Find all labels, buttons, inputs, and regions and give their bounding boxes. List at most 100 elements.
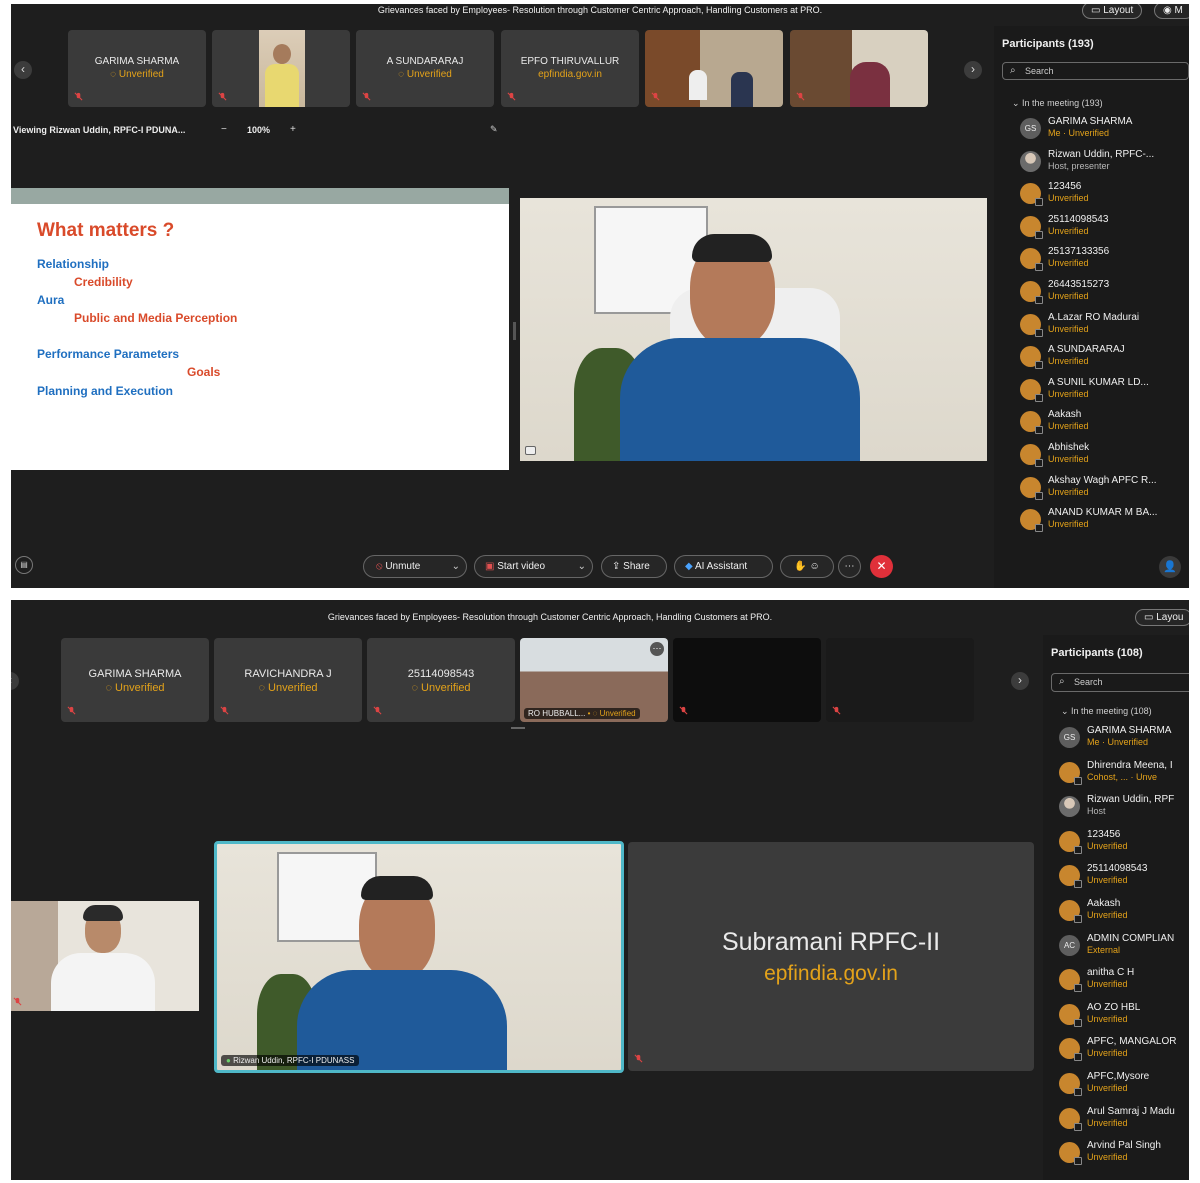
participant-row[interactable]: Rizwan Uddin, RPF Host bbox=[1059, 794, 1189, 824]
participant-row[interactable]: Rizwan Uddin, RPFC-... Host, presenter bbox=[1020, 149, 1189, 179]
muted-mic-icon: ⦸ bbox=[376, 561, 383, 572]
participant-row[interactable]: 26443515273 Unverified bbox=[1020, 279, 1189, 309]
video-tile-woman[interactable] bbox=[212, 30, 350, 107]
slide-header-bar bbox=[11, 188, 509, 204]
tile-name: GARIMA SHARMA bbox=[88, 668, 182, 680]
participant-status: Unverified bbox=[1048, 388, 1089, 399]
zoom-out-button[interactable]: − bbox=[221, 124, 227, 135]
unmute-button[interactable]: ⦸ Unmute ⌄ bbox=[363, 555, 467, 578]
participant-row[interactable]: anitha C H Unverified bbox=[1059, 967, 1189, 997]
more-options-icon[interactable]: ⋯ bbox=[650, 642, 664, 656]
lock-icon bbox=[1074, 1122, 1082, 1131]
participant-row[interactable]: Abhishek Unverified bbox=[1020, 442, 1189, 472]
chat-icon[interactable]: ▤ bbox=[15, 556, 33, 574]
participants-search[interactable]: ⌕ Search bbox=[1002, 62, 1189, 80]
participant-row[interactable]: A.Lazar RO Madurai Unverified bbox=[1020, 312, 1189, 342]
filmstrip-next-button[interactable]: › bbox=[1011, 672, 1029, 690]
leave-meeting-button[interactable]: ✕ bbox=[870, 555, 893, 578]
participant-row[interactable]: AO ZO HBL Unverified bbox=[1059, 1002, 1189, 1032]
video-tile-dark-2[interactable] bbox=[826, 638, 974, 722]
participant-row[interactable]: Aakash Unverified bbox=[1020, 409, 1189, 439]
video-tile-office[interactable] bbox=[645, 30, 783, 107]
participant-row[interactable]: ANAND KUMAR M BA... Unverified bbox=[1020, 507, 1189, 537]
start-video-button[interactable]: ▣ Start video ⌄ bbox=[474, 555, 593, 578]
lock-icon bbox=[1074, 1053, 1082, 1062]
participants-toggle-icon[interactable]: 👤 bbox=[1159, 556, 1181, 578]
participant-row[interactable]: APFC, MANGALOR Unverified bbox=[1059, 1036, 1189, 1066]
participant-row[interactable]: 123456 Unverified bbox=[1059, 829, 1189, 859]
lock-icon bbox=[1074, 776, 1082, 785]
video-tile-25114098543[interactable]: 25114098543 ◌ Unverified bbox=[367, 638, 515, 722]
muted-mic-icon bbox=[74, 92, 83, 101]
filmstrip-next-button[interactable]: › bbox=[964, 61, 982, 79]
chevron-down-icon[interactable]: ⌄ bbox=[452, 556, 460, 577]
more-view-button[interactable]: ◉ M bbox=[1154, 4, 1189, 19]
meeting-title: Grievances faced by Employees- Resolutio… bbox=[327, 612, 773, 622]
participant-status: Unverified bbox=[1048, 454, 1089, 464]
video-tile-dark[interactable] bbox=[673, 638, 821, 722]
video-tile-ro-hubballi[interactable]: ⋯ RO HUBBALL... • ◌ Unverified bbox=[520, 638, 668, 722]
tile-status: • ◌ Unverified bbox=[587, 709, 636, 718]
meeting-group-header[interactable]: ⌄ In the meeting (193) bbox=[1012, 98, 1103, 109]
participant-row[interactable]: 25137133356 Unverified bbox=[1020, 246, 1189, 276]
annotate-icon[interactable]: ✎ bbox=[490, 124, 498, 135]
participant-row[interactable]: GS GARIMA SHARMA Me · Unverified bbox=[1020, 116, 1189, 146]
participant-status: Unverified bbox=[1087, 840, 1128, 851]
layout-button[interactable]: ▭ Layou bbox=[1135, 609, 1189, 626]
participant-row[interactable]: Dhirendra Meena, I Cohost, ... · Unve bbox=[1059, 760, 1189, 790]
presenter-hair bbox=[692, 234, 772, 262]
video-tile-ravichandra[interactable]: RAVICHANDRA J ◌ Unverified bbox=[214, 638, 362, 722]
tile-status: epfindia.gov.in bbox=[764, 962, 898, 985]
participant-status: Unverified bbox=[1048, 421, 1089, 432]
zoom-value: 100% bbox=[247, 125, 271, 135]
participant-name: Arvind Pal Singh bbox=[1087, 1140, 1161, 1152]
participant-row[interactable]: 25114098543 Unverified bbox=[1059, 863, 1189, 893]
tile-status: ◌ Unverified bbox=[110, 69, 164, 80]
participants-search[interactable]: ⌕ Search bbox=[1051, 673, 1189, 692]
participant-row[interactable]: Aakash Unverified bbox=[1059, 898, 1189, 928]
participant-row[interactable]: GS GARIMA SHARMA Me · Unverified bbox=[1059, 725, 1189, 755]
muted-mic-icon bbox=[220, 706, 229, 715]
participant-name: Aakash bbox=[1087, 898, 1121, 909]
chevron-down-icon[interactable]: ⌄ bbox=[578, 556, 586, 577]
more-options-button[interactable]: ⋯ bbox=[838, 555, 861, 578]
video-tile-garima[interactable]: GARIMA SHARMA ◌ Unverified bbox=[61, 638, 209, 722]
filmstrip-prev-button[interactable]: ‹ bbox=[14, 61, 32, 79]
participant-row[interactable]: APFC,Mysore Unverified bbox=[1059, 1071, 1189, 1101]
slide-line: Relationship bbox=[37, 257, 110, 271]
participant-status: Unverified bbox=[1048, 356, 1089, 367]
participant-row[interactable]: 123456 Unverified bbox=[1020, 181, 1189, 211]
participant-row[interactable]: AC ADMIN COMPLIAN External bbox=[1059, 933, 1189, 963]
participant-row[interactable]: A SUNIL KUMAR LD... Unverified bbox=[1020, 377, 1189, 407]
participant-status: Unverified bbox=[1087, 875, 1128, 886]
participant-row[interactable]: A SUNDARARAJ Unverified bbox=[1020, 344, 1189, 374]
ai-assistant-button[interactable]: ◆ AI Assistant bbox=[674, 555, 773, 578]
participant-status: Host bbox=[1087, 806, 1106, 817]
splitter-handle[interactable] bbox=[513, 322, 516, 340]
video-tile-thiruvallur[interactable]: EPFO THIRUVALLUR epfindia.gov.in bbox=[501, 30, 639, 107]
participant-status: Unverified bbox=[1087, 1117, 1128, 1128]
meeting-group-header[interactable]: ⌄ In the meeting (108) bbox=[1061, 706, 1152, 717]
participant-row[interactable]: Arul Samraj J Madu Unverified bbox=[1059, 1106, 1189, 1136]
participant-row[interactable]: 25114098543 Unverified bbox=[1020, 214, 1189, 244]
share-button[interactable]: ⇪ Share bbox=[601, 555, 667, 578]
video-tile-sundararaj[interactable]: A SUNDARARAJ ◌ Unverified bbox=[356, 30, 494, 107]
video-tile-shelves[interactable] bbox=[790, 30, 928, 107]
filmstrip-drag-handle[interactable] bbox=[511, 727, 525, 729]
avatar bbox=[1059, 969, 1082, 993]
video-tile-garima[interactable]: GARIMA SHARMA ◌ Unverified bbox=[68, 30, 206, 107]
lock-icon bbox=[1035, 459, 1043, 467]
video-tile-subramani[interactable]: Subramani RPFC-II epfindia.gov.in bbox=[628, 842, 1034, 1071]
muted-mic-icon bbox=[507, 92, 516, 101]
zoom-in-button[interactable]: + bbox=[290, 124, 296, 135]
participant-row[interactable]: Arvind Pal Singh Unverified bbox=[1059, 1140, 1189, 1170]
filmstrip-prev-button[interactable]: ‹ bbox=[11, 672, 19, 690]
raise-hand-reactions-button[interactable]: ✋ ☺ bbox=[780, 555, 834, 578]
bottom-meeting-window: Grievances faced by Employees- Resolutio… bbox=[11, 600, 1189, 1180]
active-speaker-video[interactable]: ● Rizwan Uddin, RPFC-I PDUNASS bbox=[214, 841, 624, 1073]
video-tile-young-man[interactable] bbox=[11, 901, 199, 1011]
participant-name: Rizwan Uddin, RPF bbox=[1087, 794, 1175, 806]
participant-row[interactable]: Akshay Wagh APFC R... Unverified bbox=[1020, 475, 1189, 505]
layout-button[interactable]: ▭ Layout bbox=[1082, 4, 1143, 19]
tile-name: RAVICHANDRA J bbox=[244, 668, 332, 680]
